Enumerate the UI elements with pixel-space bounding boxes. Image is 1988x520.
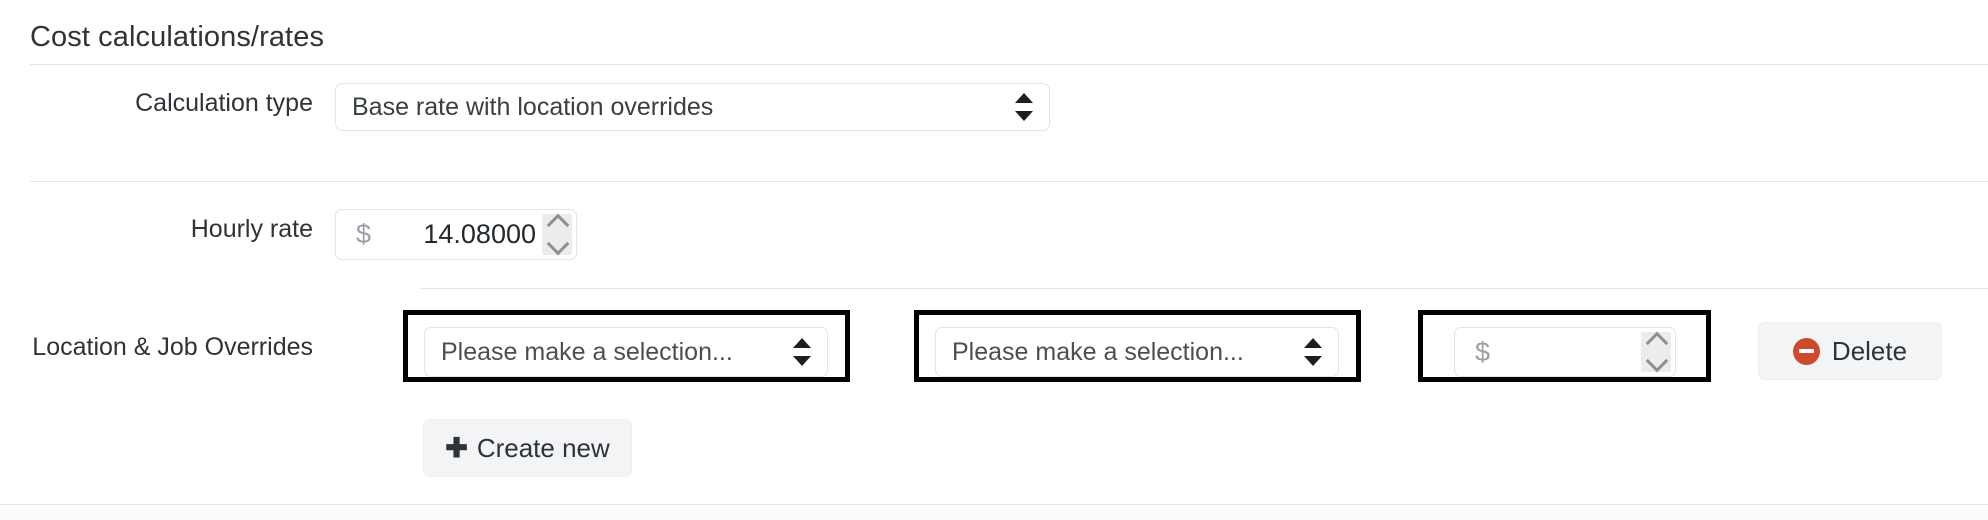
- override-rate-stepper[interactable]: [1641, 331, 1671, 373]
- hourly-rate-label: Hourly rate: [190, 215, 313, 243]
- override-location-value: Please make a selection...: [441, 337, 733, 366]
- minus-circle-icon: [1792, 337, 1820, 365]
- calculation-type-label: Calculation type: [135, 89, 313, 117]
- calculation-type-select[interactable]: Base rate with location overrides: [335, 83, 1050, 131]
- override-location-select[interactable]: Please make a selection...: [424, 327, 828, 377]
- page-title: Cost calculations/rates: [30, 21, 325, 53]
- override-rate-input[interactable]: $: [1454, 327, 1676, 377]
- create-new-button-label: Create new: [476, 432, 610, 463]
- overrides-label: Location & Job Overrides: [32, 333, 313, 361]
- cost-calculations-panel: Cost calculations/rates Calculation type…: [0, 0, 1988, 520]
- plus-icon: ✚: [445, 432, 468, 463]
- hourly-rate-input[interactable]: $ 14.08000: [335, 209, 577, 260]
- delete-button[interactable]: Delete: [1758, 322, 1942, 380]
- currency-symbol: $: [356, 219, 372, 249]
- override-job-select[interactable]: Please make a selection...: [935, 327, 1339, 377]
- override-job-value: Please make a selection...: [952, 337, 1244, 366]
- currency-symbol: $: [1475, 336, 1491, 367]
- divider-under-calculation-type: [30, 181, 1988, 182]
- create-new-button[interactable]: ✚ Create new: [423, 419, 632, 477]
- delete-button-label: Delete: [1831, 335, 1908, 366]
- chevron-updown-icon: [793, 335, 811, 369]
- hourly-rate-value: 14.08000: [423, 219, 536, 249]
- footer-band: [0, 505, 1988, 520]
- chevron-updown-icon: [1015, 90, 1033, 124]
- calculation-type-value: Base rate with location overrides: [352, 92, 714, 121]
- hourly-rate-stepper[interactable]: [542, 214, 572, 255]
- chevron-updown-icon: [1304, 335, 1322, 369]
- divider-under-title: [30, 64, 1988, 65]
- divider-under-hourly-rate: [420, 288, 1988, 289]
